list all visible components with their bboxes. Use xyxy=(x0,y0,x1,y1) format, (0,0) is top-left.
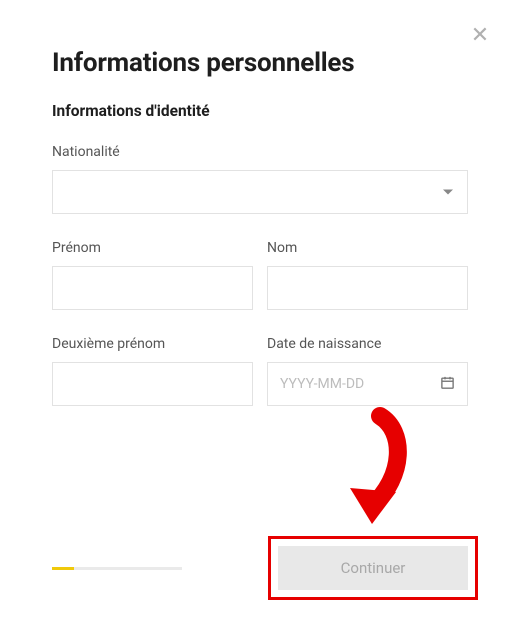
middle-name-input[interactable] xyxy=(52,362,253,406)
dob-field: Date de naissance YYYY-MM-DD xyxy=(267,336,468,406)
last-name-field: Nom xyxy=(267,240,468,310)
nationality-label: Nationalité xyxy=(52,144,468,160)
first-name-label: Prénom xyxy=(52,240,253,256)
progress-fill xyxy=(52,567,74,570)
dob-placeholder: YYYY-MM-DD xyxy=(280,376,440,392)
continue-button[interactable]: Continuer xyxy=(278,546,468,590)
last-name-label: Nom xyxy=(267,240,468,256)
first-name-input[interactable] xyxy=(52,266,253,310)
first-name-field: Prénom xyxy=(52,240,253,310)
close-icon[interactable]: ✕ xyxy=(470,26,490,46)
section-title: Informations d'identité xyxy=(52,102,468,120)
progress-bar xyxy=(52,567,182,570)
dob-label: Date de naissance xyxy=(267,336,468,352)
nationality-select[interactable] xyxy=(52,170,468,214)
personal-info-modal: ✕ Informations personnelles Informations… xyxy=(0,0,520,630)
middle-name-field: Deuxième prénom xyxy=(52,336,253,406)
nationality-field: Nationalité xyxy=(52,144,468,214)
calendar-icon xyxy=(440,375,455,394)
last-name-input[interactable] xyxy=(267,266,468,310)
page-title: Informations personnelles xyxy=(52,48,468,78)
middle-name-label: Deuxième prénom xyxy=(52,336,253,352)
chevron-down-icon xyxy=(443,190,453,195)
annotation-arrow-icon xyxy=(310,406,430,536)
modal-footer: Continuer xyxy=(52,546,468,590)
dob-input[interactable]: YYYY-MM-DD xyxy=(267,362,468,406)
